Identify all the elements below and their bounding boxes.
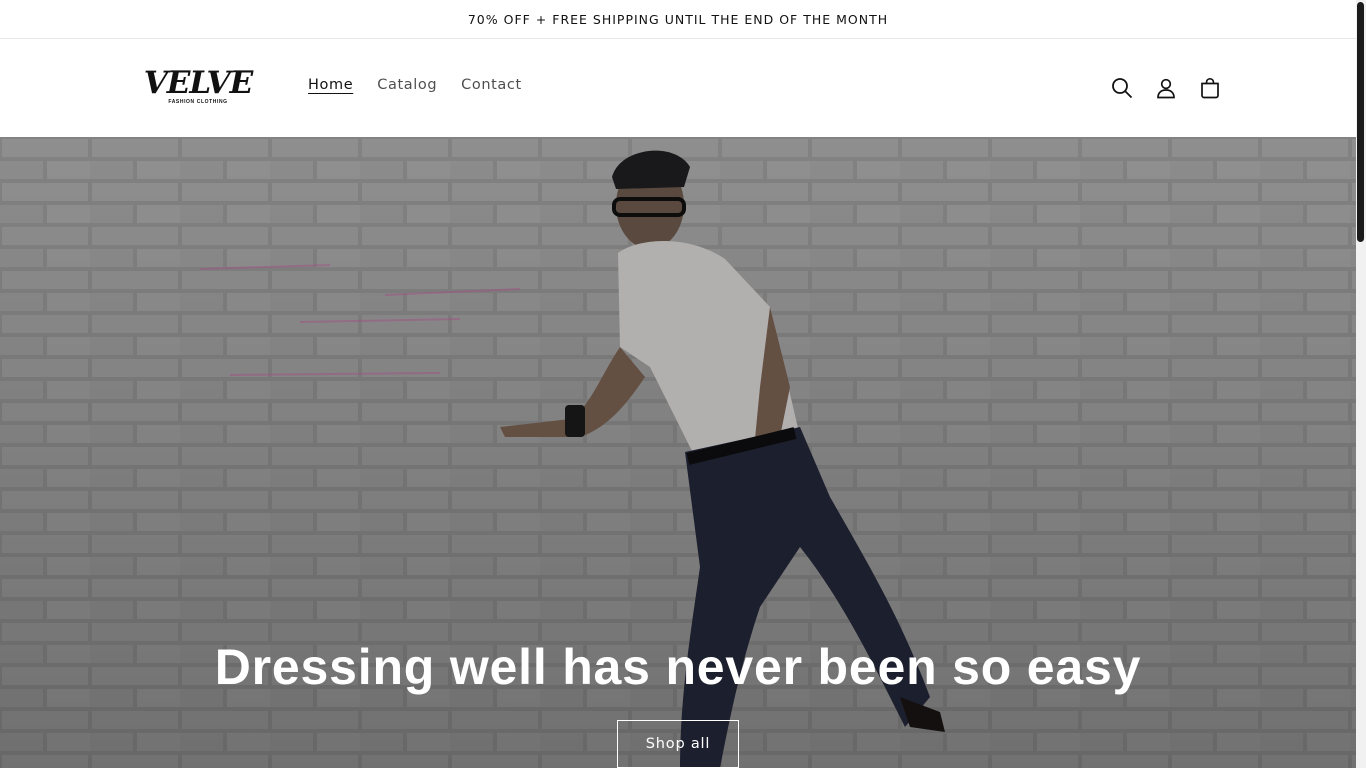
logo-wordmark: VELVE bbox=[143, 65, 253, 101]
search-button[interactable] bbox=[1100, 66, 1144, 110]
hero-banner: Dressing well has never been so easy Sho… bbox=[0, 137, 1356, 768]
main-nav: Home Catalog Contact bbox=[296, 75, 534, 95]
account-icon bbox=[1157, 78, 1175, 99]
scrollbar-thumb[interactable] bbox=[1357, 2, 1364, 242]
nav-catalog[interactable]: Catalog bbox=[365, 75, 449, 95]
account-button[interactable] bbox=[1144, 66, 1188, 110]
cart-icon bbox=[1201, 77, 1219, 99]
shop-all-button[interactable]: Shop all bbox=[617, 720, 739, 768]
logo[interactable]: VELVE FASHION CLOTHING bbox=[136, 65, 260, 109]
search-icon bbox=[1112, 78, 1133, 99]
logo-tagline: FASHION CLOTHING bbox=[168, 99, 228, 105]
announcement-text: 70% OFF + FREE SHIPPING UNTIL THE END OF… bbox=[467, 11, 889, 27]
nav-home[interactable]: Home bbox=[296, 75, 365, 95]
cart-button[interactable] bbox=[1188, 66, 1232, 110]
site-header: VELVE FASHION CLOTHING Home Catalog Cont… bbox=[0, 39, 1356, 137]
nav-contact[interactable]: Contact bbox=[449, 75, 534, 95]
page-scrollbar[interactable] bbox=[1356, 0, 1366, 768]
header-actions bbox=[1100, 66, 1232, 110]
announcement-bar: 70% OFF + FREE SHIPPING UNTIL THE END OF… bbox=[0, 0, 1356, 39]
hero-title: Dressing well has never been so easy bbox=[214, 639, 1142, 695]
